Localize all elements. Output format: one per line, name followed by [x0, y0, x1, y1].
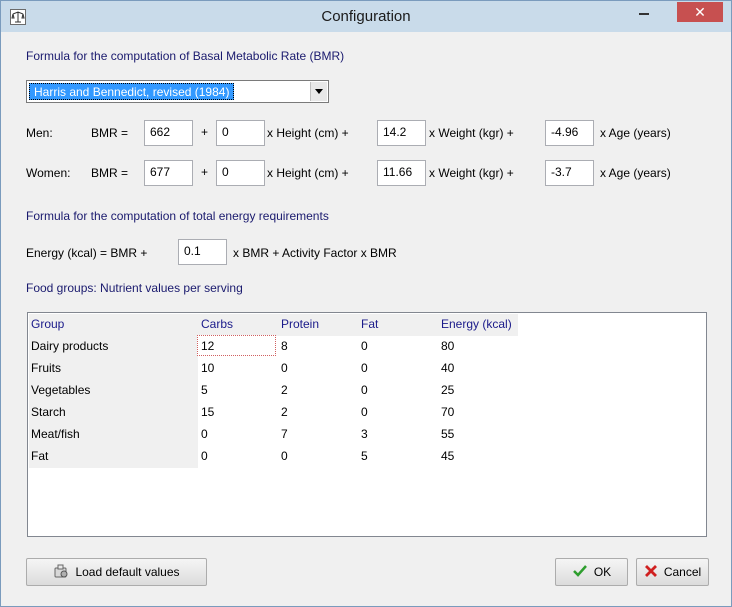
cancel-label: Cancel [663, 565, 702, 579]
formula-select[interactable]: Harris and Bennedict, revised (1984) [26, 80, 329, 103]
women-weight-unit: x Weight (kgr) + [429, 166, 514, 180]
women-age-unit: x Age (years) [600, 166, 671, 180]
men-age-field[interactable]: -4.96 [545, 120, 594, 146]
cell-protein[interactable]: 7 [281, 427, 288, 441]
cell-carbs[interactable]: 0 [201, 449, 208, 463]
women-height-unit: x Height (cm) + [267, 166, 349, 180]
men-bmr-label: BMR = [91, 126, 129, 140]
men-plus-label: + [201, 125, 209, 139]
cell-fat[interactable]: 0 [361, 383, 368, 397]
cell-carbs[interactable]: 5 [201, 383, 208, 397]
cell-carbs[interactable]: 10 [201, 361, 214, 375]
cell-energy[interactable]: 70 [441, 405, 454, 419]
table-row-group[interactable]: Fat [31, 449, 48, 463]
men-age-unit: x Age (years) [600, 126, 671, 140]
dialog-body: Formula for the computation of Basal Met… [9, 32, 723, 600]
energy-suffix-label: x BMR + Activity Factor x BMR [233, 246, 397, 260]
men-weight-unit: x Weight (kgr) + [429, 126, 514, 140]
energy-prefix-label: Energy (kcal) = BMR + [26, 246, 148, 260]
column-header-protein[interactable]: Protein [281, 317, 319, 335]
energy-factor-field[interactable]: 0.1 [178, 239, 227, 265]
cell-energy[interactable]: 55 [441, 427, 454, 441]
window-title: Configuration [321, 8, 411, 25]
men-height-unit: x Height (cm) + [267, 126, 349, 140]
cell-energy[interactable]: 40 [441, 361, 454, 375]
table-row-group[interactable]: Meat/fish [31, 427, 80, 441]
column-header-carbs[interactable]: Carbs [201, 317, 233, 335]
women-constant-field[interactable]: 677 [144, 160, 193, 186]
column-header-fat[interactable]: Fat [361, 317, 378, 335]
close-button[interactable]: ✕ [677, 2, 723, 22]
table-row-group[interactable]: Starch [31, 405, 66, 419]
minimize-button[interactable] [631, 2, 657, 22]
table-row-group[interactable]: Dairy products [31, 339, 108, 353]
men-weight-field[interactable]: 14.2 [377, 120, 426, 146]
formula-selected-value: Harris and Bennedict, revised (1984) [29, 83, 235, 100]
red-x-icon [644, 564, 658, 581]
women-age-field[interactable]: -3.7 [545, 160, 594, 186]
bmr-section-title: Formula for the computation of Basal Met… [26, 49, 345, 63]
checkmark-icon [572, 564, 588, 581]
table-row-group[interactable]: Fruits [31, 361, 61, 375]
load-defaults-label: Load default values [75, 565, 180, 579]
cell-carbs[interactable]: 15 [201, 405, 214, 419]
women-bmr-label: BMR = [91, 166, 129, 180]
women-height-field[interactable]: 0 [216, 160, 265, 186]
food-groups-grid[interactable]: Group Carbs Protein Fat Energy (kcal) Da… [27, 312, 707, 537]
ok-label: OK [593, 565, 612, 579]
cell-fat[interactable]: 0 [361, 339, 368, 353]
cell-fat[interactable]: 0 [361, 405, 368, 419]
cell-carbs[interactable]: 0 [201, 427, 208, 441]
title-bar[interactable]: Configuration ✕ [1, 1, 731, 32]
column-header-energy[interactable]: Energy (kcal) [441, 317, 512, 335]
cell-fat[interactable]: 0 [361, 361, 368, 375]
load-defaults-button[interactable]: Load default values [26, 558, 207, 586]
cell-fat[interactable]: 3 [361, 427, 368, 441]
cell-protein[interactable]: 8 [281, 339, 288, 353]
configuration-window: Configuration ✕ Formula for the computat… [0, 0, 732, 607]
men-constant-field[interactable]: 662 [144, 120, 193, 146]
food-section-title: Food groups: Nutrient values per serving [26, 281, 243, 295]
cell-protein[interactable]: 2 [281, 383, 288, 397]
cell-protein[interactable]: 2 [281, 405, 288, 419]
cell-protein[interactable]: 0 [281, 361, 288, 375]
men-height-field[interactable]: 0 [216, 120, 265, 146]
column-header-group[interactable]: Group [31, 317, 64, 335]
women-plus-label: + [201, 165, 209, 179]
cell-fat[interactable]: 5 [361, 449, 368, 463]
load-icon [53, 563, 69, 582]
cell-energy[interactable]: 80 [441, 339, 454, 353]
cell-carbs[interactable]: 12 [201, 339, 214, 353]
cancel-button[interactable]: Cancel [636, 558, 709, 586]
table-row-group[interactable]: Vegetables [31, 383, 90, 397]
cell-energy[interactable]: 25 [441, 383, 454, 397]
chevron-down-icon[interactable] [310, 82, 327, 101]
women-weight-field[interactable]: 11.66 [377, 160, 426, 186]
cell-energy[interactable]: 45 [441, 449, 454, 463]
cell-protein[interactable]: 0 [281, 449, 288, 463]
ok-button[interactable]: OK [555, 558, 628, 586]
energy-section-title: Formula for the computation of total ene… [26, 209, 329, 223]
men-label: Men: [26, 126, 53, 140]
women-label: Women: [26, 166, 71, 180]
